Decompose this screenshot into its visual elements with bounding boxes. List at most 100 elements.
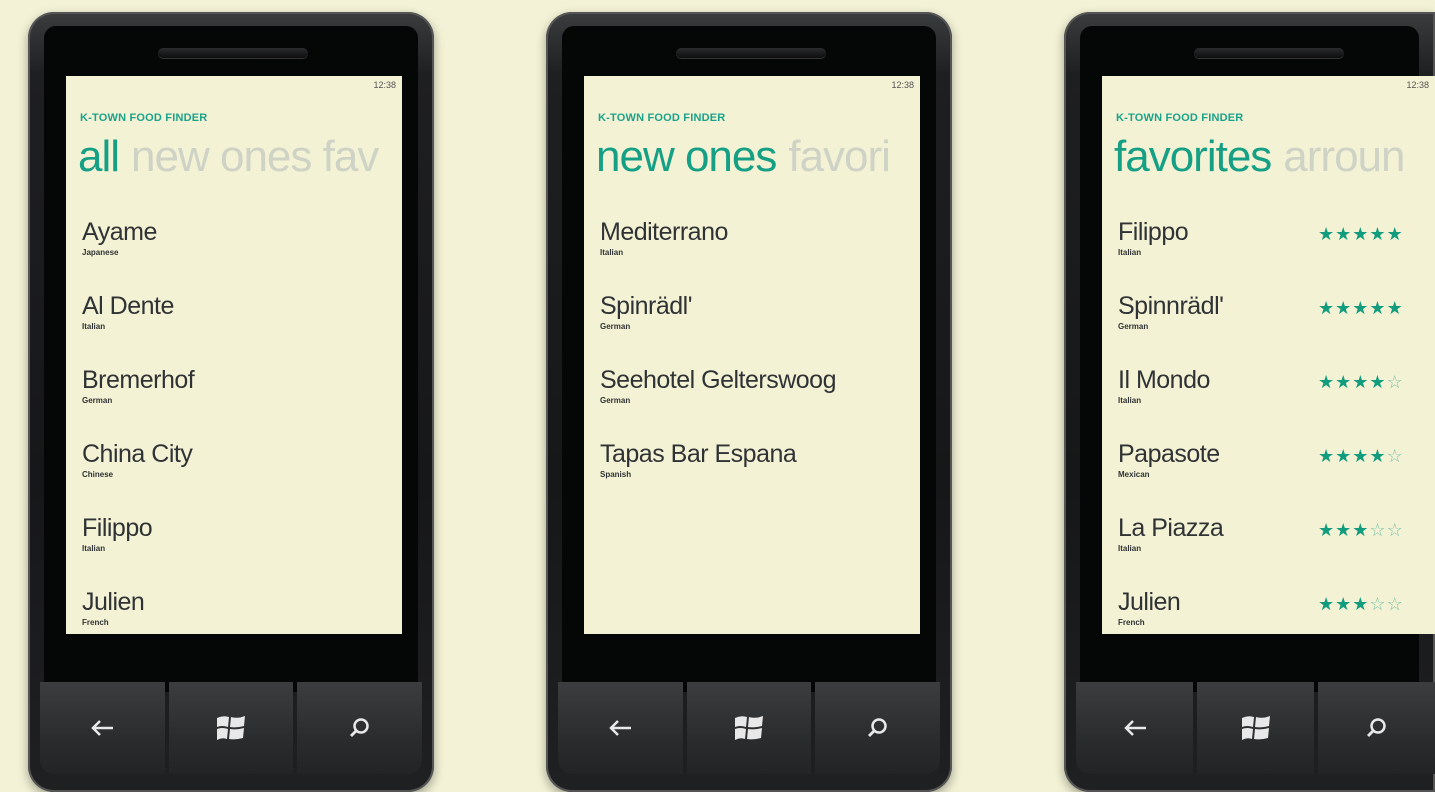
- app-title: K-TOWN FOOD FINDER: [1116, 112, 1244, 124]
- windows-logo-icon: [217, 716, 245, 740]
- star-filled-icon: ★: [1352, 298, 1370, 318]
- list-item[interactable]: Spinnrädl' German ★★★★★: [1118, 292, 1435, 366]
- hardware-buttons: [1076, 682, 1435, 774]
- status-clock: 12:38: [1406, 80, 1429, 90]
- windows-logo-icon: [735, 716, 763, 740]
- star-filled-icon: ★: [1318, 446, 1336, 466]
- star-filled-icon: ★: [1352, 224, 1370, 244]
- list-item[interactable]: Julien French: [82, 588, 402, 634]
- search-button[interactable]: [297, 682, 423, 774]
- back-button[interactable]: [40, 682, 165, 774]
- star-rating: ★★★★★: [1318, 224, 1404, 245]
- phone-favorites: 12:38 K-TOWN FOOD FINDER favorites arroun…: [1064, 12, 1435, 792]
- star-filled-icon: ★: [1352, 594, 1370, 614]
- star-filled-icon: ★: [1352, 520, 1370, 540]
- restaurant-name: Bremerhof: [82, 366, 195, 394]
- restaurant-cuisine: Spanish: [600, 470, 632, 479]
- list-item[interactable]: Papasote Mexican ★★★★☆: [1118, 440, 1435, 514]
- list-item[interactable]: Bremerhof German: [82, 366, 402, 440]
- restaurant-name: Spinrädl': [600, 292, 693, 320]
- restaurant-cuisine: Italian: [1118, 544, 1142, 553]
- search-button[interactable]: [1318, 682, 1435, 774]
- restaurant-name: Filippo: [82, 514, 153, 542]
- speaker-grille: [158, 48, 308, 58]
- pivot-tab-next[interactable]: favori: [788, 132, 891, 181]
- list-item[interactable]: China City Chinese: [82, 440, 402, 514]
- restaurant-name: Tapas Bar Espana: [600, 440, 797, 468]
- list-item[interactable]: Filippo Italian ★★★★★: [1118, 218, 1435, 292]
- star-filled-icon: ★: [1369, 224, 1387, 244]
- app-title: K-TOWN FOOD FINDER: [598, 112, 726, 124]
- star-filled-icon: ★: [1335, 594, 1353, 614]
- list-item[interactable]: Julien French ★★★☆☆: [1118, 588, 1435, 634]
- list-item[interactable]: Seehotel Gelterswoog German: [600, 366, 920, 440]
- star-filled-icon: ★: [1335, 372, 1353, 392]
- restaurant-name: Al Dente: [82, 292, 174, 320]
- restaurant-cuisine: Italian: [600, 248, 624, 257]
- restaurant-name: Seehotel Gelterswoog: [600, 366, 836, 394]
- star-filled-icon: ★: [1352, 446, 1370, 466]
- app-title: K-TOWN FOOD FINDER: [80, 112, 208, 124]
- status-clock: 12:38: [891, 80, 914, 90]
- star-filled-icon: ★: [1369, 446, 1387, 466]
- pivot-tab-favorites[interactable]: favorites: [1114, 132, 1272, 181]
- star-rating: ★★★★☆: [1318, 446, 1404, 467]
- back-button[interactable]: [1076, 682, 1193, 774]
- phone-screen: 12:38 K-TOWN FOOD FINDER favorites arroun…: [1102, 76, 1435, 634]
- list-item[interactable]: La Piazza Italian ★★★☆☆: [1118, 514, 1435, 588]
- speaker-grille: [676, 48, 826, 58]
- restaurant-cuisine: Italian: [1118, 248, 1142, 257]
- list-item[interactable]: Il Mondo Italian ★★★★☆: [1118, 366, 1435, 440]
- restaurant-cuisine: Italian: [82, 322, 106, 331]
- speaker-grille: [1194, 48, 1344, 58]
- pivot-tab-all[interactable]: all: [78, 132, 120, 181]
- star-filled-icon: ★: [1386, 298, 1404, 318]
- search-icon: [1366, 718, 1386, 737]
- star-filled-icon: ★: [1318, 298, 1336, 318]
- hardware-buttons: [40, 682, 423, 774]
- list-item[interactable]: Tapas Bar Espana Spanish: [600, 440, 920, 514]
- status-clock: 12:38: [373, 80, 396, 90]
- restaurant-list: Ayame Japanese Al Dente Italian Bremerho…: [82, 218, 402, 634]
- back-arrow-icon: [91, 720, 114, 736]
- restaurant-cuisine: Italian: [1118, 396, 1142, 405]
- start-button[interactable]: [1197, 682, 1314, 774]
- star-empty-icon: ☆: [1369, 520, 1387, 540]
- start-button[interactable]: [686, 682, 812, 774]
- pivot-tab-new-ones[interactable]: new ones: [596, 132, 777, 181]
- list-item[interactable]: Al Dente Italian: [82, 292, 402, 366]
- list-item[interactable]: Filippo Italian: [82, 514, 402, 588]
- restaurant-cuisine: French: [1118, 618, 1145, 627]
- restaurant-cuisine: French: [82, 618, 109, 627]
- restaurant-cuisine: German: [600, 322, 631, 331]
- star-empty-icon: ☆: [1386, 594, 1404, 614]
- restaurant-name: Mediterrano: [600, 218, 728, 246]
- star-filled-icon: ★: [1318, 594, 1336, 614]
- search-button[interactable]: [815, 682, 941, 774]
- star-filled-icon: ★: [1335, 224, 1353, 244]
- star-rating: ★★★★★: [1318, 298, 1404, 319]
- star-empty-icon: ☆: [1386, 446, 1404, 466]
- list-item[interactable]: Spinrädl' German: [600, 292, 920, 366]
- back-button[interactable]: [558, 682, 683, 774]
- restaurant-list: Filippo Italian ★★★★★ Spinnrädl' German …: [1118, 218, 1435, 634]
- restaurant-cuisine: Mexican: [1118, 470, 1150, 479]
- star-filled-icon: ★: [1335, 446, 1353, 466]
- back-arrow-icon: [1123, 720, 1146, 736]
- pivot-header: favorites arroun: [1114, 132, 1405, 182]
- restaurant-list: Mediterrano Italian Spinrädl' German See…: [600, 218, 920, 514]
- back-arrow-icon: [609, 720, 632, 736]
- star-filled-icon: ★: [1369, 298, 1387, 318]
- windows-logo-icon: [1241, 716, 1270, 740]
- pivot-tab-next[interactable]: arroun: [1283, 132, 1405, 181]
- pivot-header: new ones favori: [596, 132, 891, 182]
- star-rating: ★★★☆☆: [1318, 520, 1404, 541]
- star-filled-icon: ★: [1318, 372, 1336, 392]
- restaurant-cuisine: Japanese: [82, 248, 119, 257]
- list-item[interactable]: Mediterrano Italian: [600, 218, 920, 292]
- list-item[interactable]: Ayame Japanese: [82, 218, 402, 292]
- pivot-tab-next[interactable]: new ones fav: [131, 132, 379, 181]
- restaurant-cuisine: German: [600, 396, 631, 405]
- start-button[interactable]: [168, 682, 294, 774]
- restaurant-cuisine: Chinese: [82, 470, 114, 479]
